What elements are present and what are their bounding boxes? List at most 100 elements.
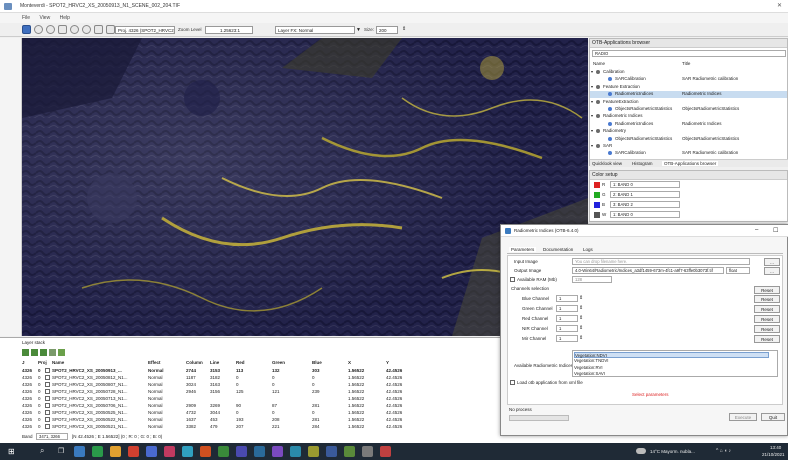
weather-text[interactable]: 14°C Mayorm. nubla... (650, 449, 695, 454)
app-tree-item[interactable]: SARCalibration SAR Radiometric calibratio… (590, 150, 787, 157)
search-icon[interactable]: ⌕ (40, 446, 44, 456)
tab-otb-applications-browser[interactable]: OTB-Applications browser (662, 161, 719, 166)
menu-view[interactable]: View (39, 15, 50, 21)
chevron-down-icon[interactable]: ▾ (591, 84, 593, 89)
zoom-full-icon[interactable] (70, 25, 79, 34)
input-image-browse-button[interactable]: … (764, 258, 780, 266)
taskbar-app-icon-3[interactable] (110, 446, 121, 457)
move-up-icon[interactable] (22, 349, 29, 356)
index-option[interactable]: Vegetation:RVI (574, 365, 769, 371)
band-select[interactable]: 1: BAND 0 (610, 211, 680, 218)
app-tree-group[interactable]: ▾ SAR (590, 143, 787, 150)
delete-layer-icon[interactable] (49, 349, 56, 356)
band-select[interactable]: 3: BAND 2 (610, 201, 680, 208)
projection-select[interactable]: Proj. 4326 (SPOT2_HRVC2_XS_2005...) (115, 26, 175, 34)
layer-visibility-checkbox[interactable] (45, 396, 50, 401)
taskbar-app-icon-17[interactable] (362, 446, 373, 457)
open-file-icon[interactable] (22, 25, 31, 34)
ram-input[interactable]: 128 (572, 276, 612, 283)
reset-button[interactable]: Reset (754, 286, 780, 294)
channel-spinbox[interactable]: 1 (556, 335, 578, 342)
reset-button[interactable]: Reset (754, 325, 780, 333)
chevron-down-icon[interactable]: ▾ (591, 69, 593, 74)
taskbar-app-icon-11[interactable] (254, 446, 265, 457)
layer-visibility-checkbox[interactable] (45, 417, 50, 422)
chevron-down-icon[interactable]: ▾ (591, 143, 593, 148)
taskbar-app-icon-6[interactable] (164, 446, 175, 457)
taskbar-app-icon-1[interactable] (74, 446, 85, 457)
tab-logs[interactable]: Logs (583, 247, 593, 252)
tab-quicklook-view[interactable]: Quicklook view (592, 161, 622, 166)
chevron-down-icon[interactable]: ▾ (591, 113, 593, 118)
chevron-down-icon[interactable]: ▼ (356, 27, 361, 33)
taskbar-app-icon-4[interactable] (128, 446, 139, 457)
app-tree-item[interactable]: SARCalibration SAR Radiometric calibratio… (590, 76, 787, 83)
index-option[interactable]: Vegetation:SAVI (574, 371, 769, 377)
layer-fx-select[interactable]: Layer FX: Normal (275, 26, 355, 34)
tab-histogram[interactable]: Histogram (632, 161, 653, 166)
apply-icon[interactable] (58, 349, 65, 356)
size-input[interactable]: 200 (376, 26, 398, 34)
move-down-icon[interactable] (31, 349, 38, 356)
minimize-icon[interactable]: – (755, 227, 758, 233)
app-tree-group[interactable]: ▾ Calibration (590, 69, 787, 76)
index-option[interactable]: Vegetation:NDVI (574, 352, 769, 358)
channel-spinbox[interactable]: 1 (556, 315, 578, 322)
spin-arrows-icon[interactable]: ⇕ (579, 315, 583, 321)
spin-arrows-icon[interactable]: ⇕ (579, 335, 583, 341)
app-tree-item[interactable]: RadiometricIndices Radiometric Indices (590, 91, 787, 99)
spin-arrows-icon[interactable]: ⇕ (579, 325, 583, 331)
reset-button[interactable]: Reset (754, 315, 780, 323)
input-image-field[interactable]: You can drop filename here. (572, 258, 750, 265)
ram-checkbox[interactable] (510, 277, 515, 282)
channel-spinbox[interactable]: 1 (556, 305, 578, 312)
channel-spinbox[interactable]: 1 (556, 325, 578, 332)
reset-button[interactable]: Reset (754, 305, 780, 313)
projection-icon[interactable] (106, 25, 115, 34)
output-type-select[interactable]: float (726, 267, 750, 274)
app-tree-group[interactable]: ▾ Feature Extraction (590, 84, 787, 91)
reset-button[interactable]: Reset (754, 295, 780, 303)
chevron-down-icon[interactable]: ▾ (591, 128, 593, 133)
app-tree-group[interactable]: ▾ Radiometry (590, 128, 787, 135)
spin-icon[interactable]: ⇕ (402, 26, 406, 32)
layer-visibility-checkbox[interactable] (45, 424, 50, 429)
index-option[interactable]: Vegetation:TNDVI (574, 358, 769, 364)
layer-visibility-checkbox[interactable] (45, 382, 50, 387)
zoom-level-input[interactable]: 1.25623:1 (205, 26, 253, 34)
spin-arrows-icon[interactable]: ⇕ (579, 295, 583, 301)
layer-visibility-checkbox[interactable] (45, 375, 50, 380)
taskbar-app-icon-7[interactable] (182, 446, 193, 457)
zoom-out-icon[interactable] (46, 25, 55, 34)
zoom-layer-icon[interactable] (82, 25, 91, 34)
tab-documentation[interactable]: Documentation (543, 247, 573, 252)
zoom-extent-icon[interactable] (58, 25, 67, 34)
taskbar-app-icon-12[interactable] (272, 446, 283, 457)
settings-icon[interactable] (94, 25, 103, 34)
app-tree-group[interactable]: ▾ Radiometric Indices (590, 113, 787, 120)
indices-list[interactable]: Vegetation:NDVI Vegetation:TNDVI Vegetatio… (572, 350, 778, 377)
app-tree-item[interactable]: ObjectsRadiometricStatistics ObjectsRadio… (590, 136, 787, 143)
app-tree-group[interactable]: ▾ FeatureExtraction (590, 99, 787, 106)
layer-visibility-checkbox[interactable] (45, 389, 50, 394)
taskbar-app-icon-15[interactable] (326, 446, 337, 457)
chevron-down-icon[interactable]: ▾ (591, 99, 593, 104)
taskbar-app-icon-2[interactable] (92, 446, 103, 457)
maximize-icon[interactable]: ☐ (773, 227, 778, 234)
menu-file[interactable]: File (22, 15, 30, 21)
clock-time[interactable]: 13:40 (770, 445, 781, 450)
task-view-icon[interactable]: ❐ (58, 447, 64, 455)
close-window-icon[interactable]: ✕ (777, 2, 782, 9)
clock-date[interactable]: 21/10/2021 (762, 452, 785, 457)
taskbar-app-icon-5[interactable] (146, 446, 157, 457)
tray-icons[interactable]: ^ ⌂ ◖ ♪ (716, 448, 731, 454)
taskbar-app-icon-13[interactable] (290, 446, 301, 457)
load-xml-checkbox[interactable] (510, 380, 515, 385)
taskbar-app-icon-18[interactable] (380, 446, 391, 457)
zoom-in-icon[interactable] (34, 25, 43, 34)
taskbar-app-icon-10[interactable] (236, 446, 247, 457)
taskbar-app-icon-9[interactable] (218, 446, 229, 457)
layer-visibility-checkbox[interactable] (45, 403, 50, 408)
quit-button[interactable]: Quit (761, 413, 785, 421)
windows-start-icon[interactable]: ⊞ (8, 447, 15, 456)
